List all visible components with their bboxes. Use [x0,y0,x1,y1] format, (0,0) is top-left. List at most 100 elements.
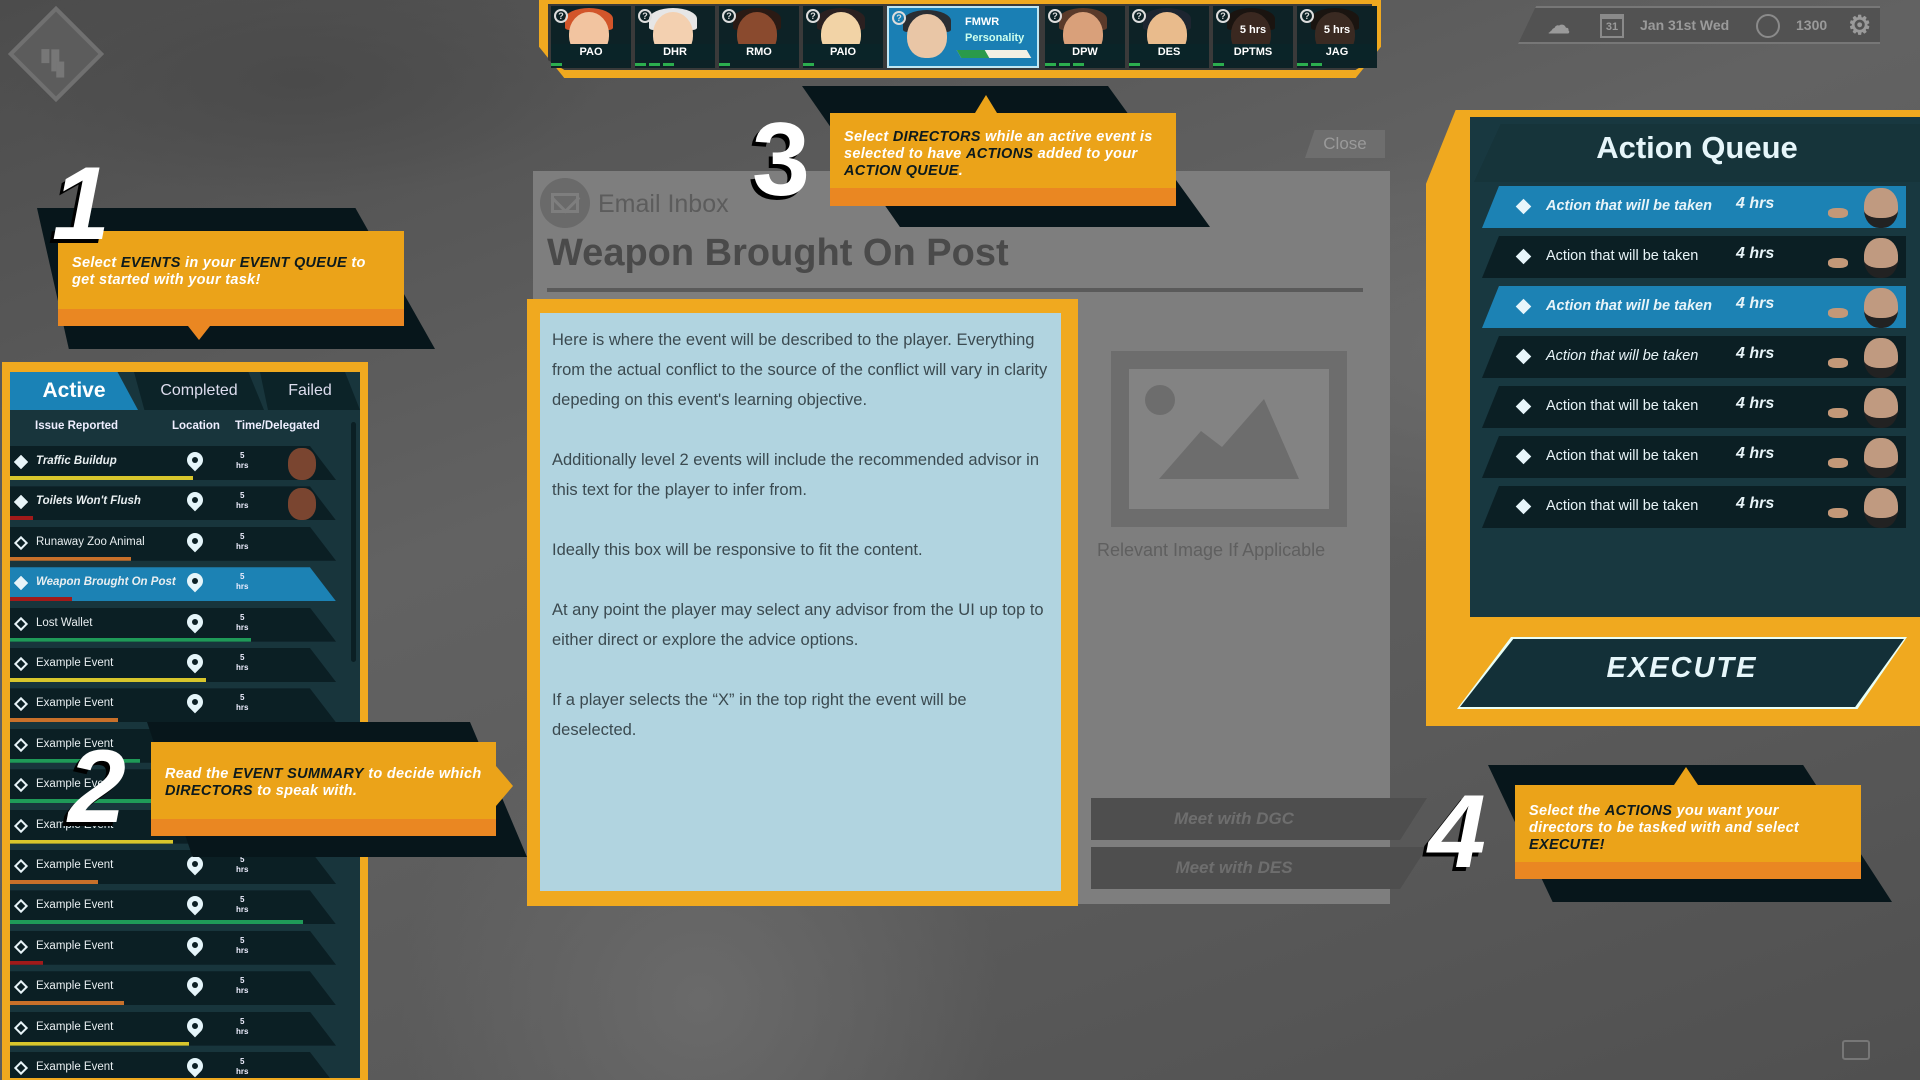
help-icon[interactable]: ? [1132,9,1146,23]
event-progress-bar [10,597,72,602]
callout-keyword: EXECUTE! [1529,837,1605,853]
director-fmwr[interactable]: ? FMWR Personality [887,6,1039,68]
callout-text: Read the [165,766,233,782]
event-row[interactable]: Example Event 5hrs [10,971,336,1006]
action-label: Action that will be taken [1546,248,1699,264]
location-pin-icon[interactable] [183,933,207,957]
action-row[interactable]: Action that will be taken 4 hrs [1482,236,1906,278]
callout-keyword: ACTIONS [1604,803,1673,819]
event-name: Example Event [36,980,114,993]
time-unit: hrs [236,622,249,632]
execute-button[interactable]: EXECUTE [1460,639,1904,707]
help-icon[interactable]: ? [554,9,568,23]
location-pin-icon[interactable] [183,893,207,916]
event-name: Example Event [36,657,114,669]
location-pin-icon[interactable] [183,610,207,633]
event-row[interactable]: Example Event 5hrs [10,930,336,965]
help-icon[interactable]: ? [806,9,820,23]
director-label: DHR [635,44,715,60]
event-row[interactable]: Lost Wallet 5 hrs [10,607,336,642]
event-time: 5hrs [236,693,248,713]
action-row[interactable]: Action that will be taken 4 hrs [1482,436,1906,478]
meet-dgc-button[interactable]: Meet with DGC [1091,798,1427,840]
column-issue-reported: Issue Reported [35,420,119,432]
callout-text: added to your [1033,146,1138,162]
callout-text: . [958,163,964,179]
image-placeholder-icon [1111,351,1347,527]
meet-des-button[interactable]: Meet with DES [1091,847,1427,889]
event-progress-bar [10,637,252,642]
diamond-icon [13,576,29,591]
help-icon[interactable]: ? [638,9,652,23]
location-pin-icon[interactable] [183,650,207,674]
step-number-2: 2 [68,729,126,845]
director-dpw[interactable]: ? DPW [1045,6,1125,68]
settings-icon[interactable]: ⚙ [1848,10,1871,41]
director-dhr[interactable]: ? DHR [635,6,715,68]
location-pin-icon[interactable] [183,973,207,997]
action-row[interactable]: Action that will be taken 4 hrs [1482,286,1906,328]
personality-progress [956,50,1032,58]
location-pin-icon[interactable] [183,1054,207,1078]
event-row[interactable]: Weapon Brought On Post 5 hrs [10,567,336,602]
event-name: Example Event [36,899,114,912]
help-icon[interactable]: ? [1300,9,1314,23]
diamond-icon [13,737,29,752]
status-segment [1059,63,1070,66]
help-icon[interactable]: ? [722,9,736,23]
help-icon[interactable]: ? [1048,9,1062,23]
location-pin-icon[interactable] [183,1014,207,1037]
location-pin-icon[interactable] [183,489,207,512]
action-row[interactable]: Action that will be taken 4 hrs [1482,386,1906,428]
event-row[interactable]: Example Event 5hrs [10,648,336,682]
action-row[interactable]: Action that will be taken 4 hrs [1482,336,1906,378]
director-paio[interactable]: ? PAIO [803,6,883,68]
callout-3: Select DIRECTORS while an active event i… [830,113,1176,206]
director-status-bar [635,63,674,66]
chat-icon[interactable] [1842,1040,1870,1060]
director-pao[interactable]: ? PAO [551,6,631,68]
help-icon[interactable]: ? [892,11,906,25]
time-unit: hrs [236,1067,249,1076]
event-row[interactable]: Example Event 5hrs [10,1011,336,1046]
event-title: Weapon Brought On Post [547,232,1009,274]
column-time-delegated: Time/Delegated [235,420,320,432]
event-row[interactable]: Runaway Zoo Animal 5 hrs [10,526,336,561]
help-icon[interactable]: ? [1216,9,1230,23]
location-pin-icon[interactable] [183,691,207,714]
action-time: 4 hrs [1736,345,1775,362]
location-pin-icon[interactable] [183,569,207,593]
callout-text: to speak with. [252,783,358,799]
director-dptms[interactable]: ? 5 hrs DPTMS [1213,6,1293,68]
director-portrait [1864,338,1898,378]
event-row[interactable]: Example Event 5hrs [10,688,336,723]
event-row[interactable]: Toilets Won't Flush 5 hrs [10,486,336,521]
tab-active[interactable]: Active [10,372,138,410]
director-des[interactable]: ? DES [1129,6,1209,68]
mail-icon [540,178,590,228]
event-row[interactable]: Example Event 5hrs [10,890,336,925]
close-button[interactable]: Close [1305,130,1385,158]
location-pin-icon[interactable] [183,448,207,472]
director-jag[interactable]: ? 5 hrs JAG [1297,6,1377,68]
event-list-scrollbar[interactable] [351,422,356,662]
summary-paragraph: Additionally level 2 events will include… [552,451,1040,499]
callout-keyword: DIRECTORS [892,129,981,145]
director-rmo[interactable]: ? RMO [719,6,799,68]
weather-icon: ☁ [1548,13,1570,38]
director-status-bar [1045,63,1084,66]
event-row[interactable]: Traffic Buildup 5 hrs [10,446,336,480]
event-row[interactable]: Example Event 5hrs [10,1052,336,1078]
event-progress-bar [10,516,33,521]
summary-paragraph: Ideally this box will be responsive to f… [552,541,923,559]
tab-completed[interactable]: Completed [134,372,264,410]
action-row[interactable]: Action that will be taken 4 hrs [1482,186,1906,228]
action-row[interactable]: Action that will be taken 4 hrs [1482,486,1906,528]
tab-failed[interactable]: Failed [260,372,360,410]
callout-keyword: ACTION QUEUE [844,163,959,179]
callout-keyword: EVENTS [120,255,181,271]
location-pin-icon[interactable] [183,529,207,553]
diamond-icon [1515,498,1532,515]
event-name: Example Event [36,939,114,952]
diamond-icon [13,939,29,954]
